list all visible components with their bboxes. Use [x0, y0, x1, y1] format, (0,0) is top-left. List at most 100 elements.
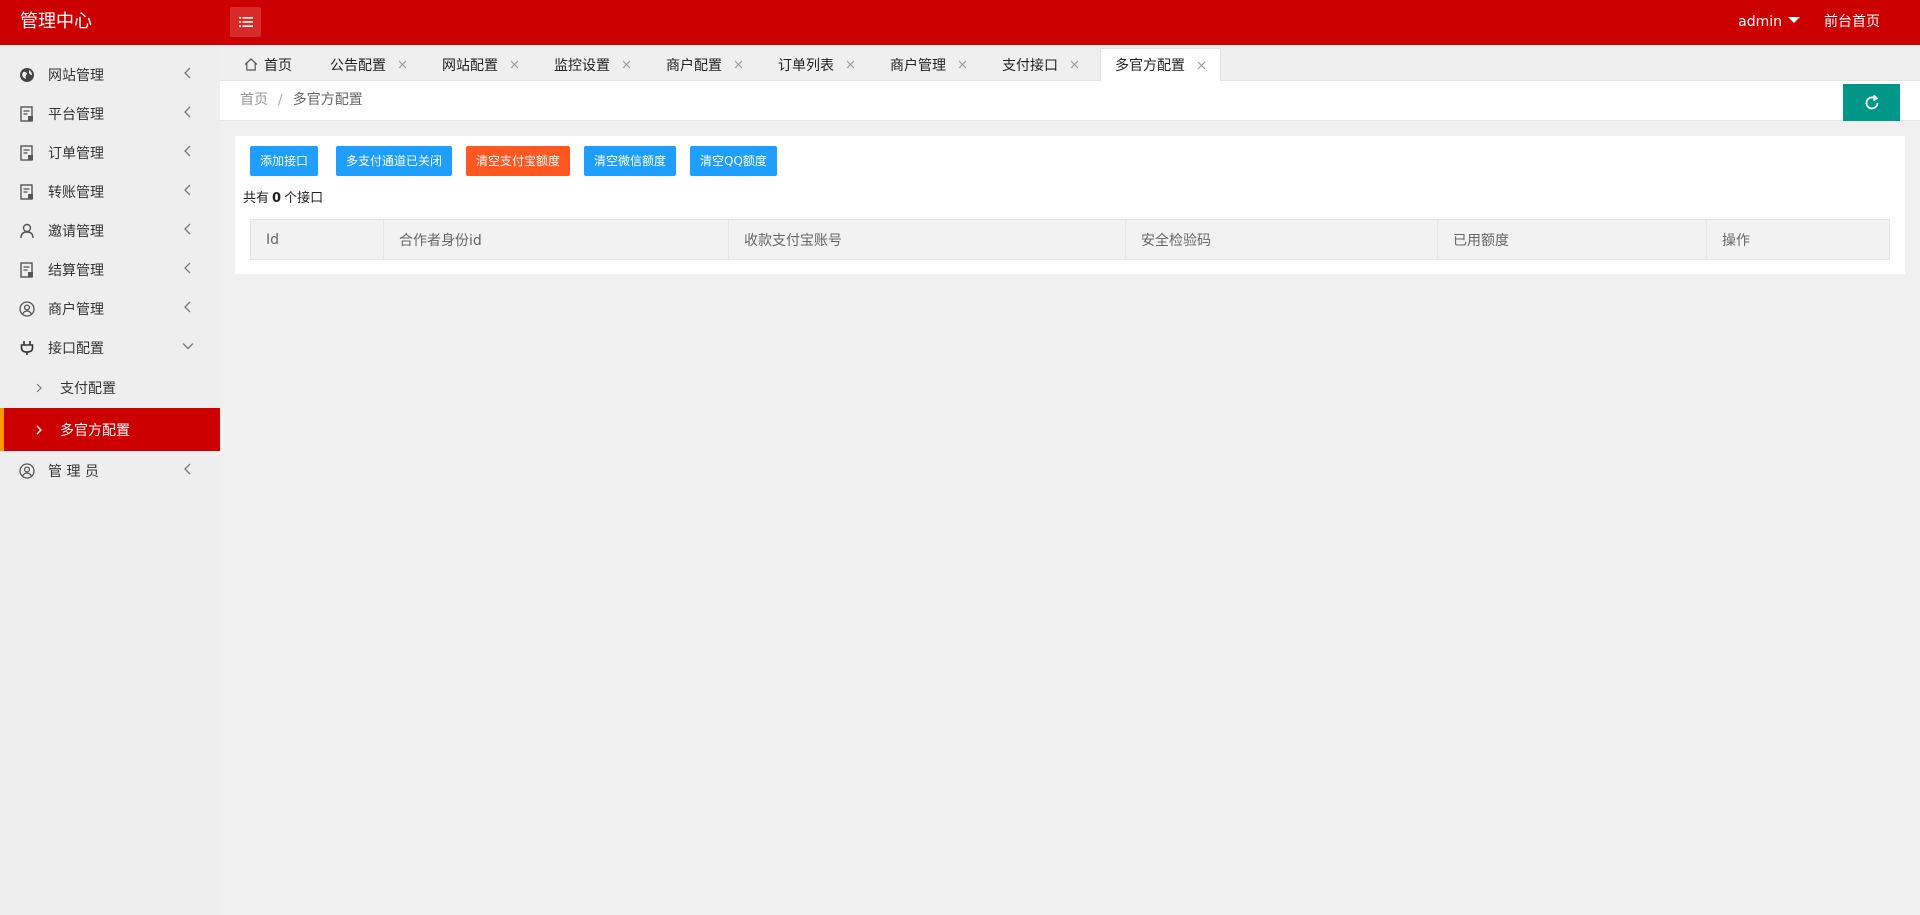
close-icon[interactable]: [398, 60, 407, 69]
list-icon: [238, 17, 253, 27]
tab-payment-interface[interactable]: 支付接口: [1002, 48, 1079, 81]
chevron-left-icon: [184, 262, 191, 274]
tab-multi-official-config[interactable]: 多官方配置: [1100, 48, 1221, 81]
user-circle-icon: [18, 300, 36, 318]
chevron-left-icon: [184, 301, 191, 313]
sidebar-item-label: 邀请管理: [48, 223, 104, 240]
chevron-left-icon: [184, 106, 191, 118]
chevron-right-icon: [36, 383, 48, 393]
column-header-partner-id: 合作者身份id: [383, 219, 729, 260]
count-value: 0: [272, 191, 282, 206]
sidebar-subitem-label: 多官方配置: [60, 422, 130, 439]
tab-label: 订单列表: [778, 57, 834, 74]
interface-count: 共有 0 个接口: [243, 187, 323, 206]
tab-website-config[interactable]: 网站配置: [442, 48, 519, 81]
chevron-right-icon: [36, 425, 48, 435]
column-header-alipay-account: 收款支付宝账号: [728, 219, 1126, 260]
tab-label: 商户配置: [666, 57, 722, 74]
clear-qq-quota-button[interactable]: 清空QQ额度: [690, 146, 777, 176]
user-name: admin: [1738, 14, 1782, 30]
close-icon[interactable]: [958, 60, 967, 69]
sidebar-item-orders[interactable]: 订单管理: [0, 133, 220, 172]
menu-toggle-button[interactable]: [230, 7, 261, 37]
sidebar-item-invites[interactable]: 邀请管理: [0, 211, 220, 250]
chevron-down-icon: [182, 343, 194, 350]
content-card: 添加接口 多支付通道已关闭 清空支付宝额度 清空微信额度 清空QQ额度 共有 0 个…: [235, 136, 1905, 274]
sidebar-item-label: 管 理 员: [48, 463, 99, 480]
sidebar-subitem-payment-config[interactable]: 支付配置: [0, 367, 220, 408]
tab-label: 商户管理: [890, 57, 946, 74]
tab-merchant-management[interactable]: 商户管理: [890, 48, 967, 81]
close-icon[interactable]: [846, 60, 855, 69]
sidebar-subitem-label: 支付配置: [60, 380, 116, 397]
count-prefix: 共有: [243, 191, 270, 206]
document-icon: [18, 105, 36, 123]
home-icon: [244, 58, 258, 71]
sidebar-item-label: 接口配置: [48, 340, 104, 357]
tab-label: 首页: [264, 57, 292, 74]
sidebar-item-label: 转账管理: [48, 184, 104, 201]
sidebar-item-transfers[interactable]: 转账管理: [0, 172, 220, 211]
caret-down-icon: [1788, 17, 1800, 23]
app-logo: 管理中心: [20, 11, 92, 32]
sidebar: 网站管理 平台管理 订单管理 转账管理 邀请管理 结算管理 商户管理 接口配置 …: [0, 45, 220, 915]
sidebar-item-label: 商户管理: [48, 301, 104, 318]
sidebar-item-label: 平台管理: [48, 106, 104, 123]
close-icon[interactable]: [622, 60, 631, 69]
refresh-icon: [1865, 94, 1878, 109]
chevron-left-icon: [184, 145, 191, 157]
sidebar-item-label: 订单管理: [48, 145, 104, 162]
user-icon: [18, 222, 36, 240]
sidebar-item-website[interactable]: 网站管理: [0, 55, 220, 94]
tab-strip: 首页 公告配置 网站配置 监控设置 商户配置 订单列表 商户管理 支付接口 多官…: [220, 45, 1920, 81]
breadcrumb: 首页 / 多官方配置: [240, 81, 363, 119]
breadcrumb-bar: 首页 / 多官方配置: [220, 81, 1920, 121]
sidebar-item-merchants[interactable]: 商户管理: [0, 289, 220, 328]
table-header-row: Id 合作者身份id 收款支付宝账号 安全检验码 已用额度 操作: [250, 219, 1890, 260]
column-header-used-quota: 已用额度: [1437, 219, 1707, 260]
tab-label: 网站配置: [442, 57, 498, 74]
close-icon[interactable]: [734, 60, 743, 69]
document-icon: [18, 144, 36, 162]
front-page-link[interactable]: 前台首页: [1824, 0, 1880, 44]
tab-home[interactable]: 首页: [244, 48, 292, 81]
tab-label: 公告配置: [330, 57, 386, 74]
chevron-left-icon: [184, 67, 191, 79]
sidebar-item-settlement[interactable]: 结算管理: [0, 250, 220, 289]
user-menu[interactable]: admin: [1738, 0, 1800, 44]
sidebar-item-label: 网站管理: [48, 67, 104, 84]
close-icon[interactable]: [1197, 61, 1206, 70]
globe-icon: [18, 66, 36, 84]
tab-monitor-settings[interactable]: 监控设置: [554, 48, 631, 81]
tab-merchant-config[interactable]: 商户配置: [666, 48, 743, 81]
sidebar-subitem-multi-official-config[interactable]: 多官方配置: [0, 408, 220, 451]
document-icon: [18, 183, 36, 201]
breadcrumb-current: 多官方配置: [292, 92, 363, 108]
clear-alipay-quota-button[interactable]: 清空支付宝额度: [466, 146, 571, 176]
refresh-button[interactable]: [1843, 84, 1900, 121]
column-header-security-code: 安全检验码: [1125, 219, 1438, 260]
tab-label: 多官方配置: [1115, 58, 1185, 74]
close-icon[interactable]: [1070, 60, 1079, 69]
tab-order-list[interactable]: 订单列表: [778, 48, 855, 81]
count-suffix: 个接口: [284, 191, 324, 206]
chevron-left-icon: [184, 463, 191, 475]
chevron-left-icon: [184, 184, 191, 196]
breadcrumb-separator: /: [278, 92, 283, 108]
add-interface-button[interactable]: 添加接口: [250, 146, 319, 176]
clear-wechat-quota-button[interactable]: 清空微信额度: [584, 146, 677, 176]
plug-icon: [18, 339, 36, 357]
sidebar-item-label: 结算管理: [48, 262, 104, 279]
column-header-actions: 操作: [1706, 219, 1890, 260]
sidebar-item-administrators[interactable]: 管 理 员: [0, 451, 220, 490]
tab-label: 监控设置: [554, 57, 610, 74]
chevron-left-icon: [184, 223, 191, 235]
tab-announcement-config[interactable]: 公告配置: [330, 48, 407, 81]
sidebar-item-interface-config[interactable]: 接口配置: [0, 328, 220, 367]
breadcrumb-home[interactable]: 首页: [240, 92, 268, 108]
sidebar-item-platform[interactable]: 平台管理: [0, 94, 220, 133]
multi-pay-channel-button[interactable]: 多支付通道已关闭: [336, 146, 453, 176]
interface-table: Id 合作者身份id 收款支付宝账号 安全检验码 已用额度 操作: [250, 219, 1890, 260]
close-icon[interactable]: [510, 60, 519, 69]
user-circle-icon: [18, 462, 36, 480]
